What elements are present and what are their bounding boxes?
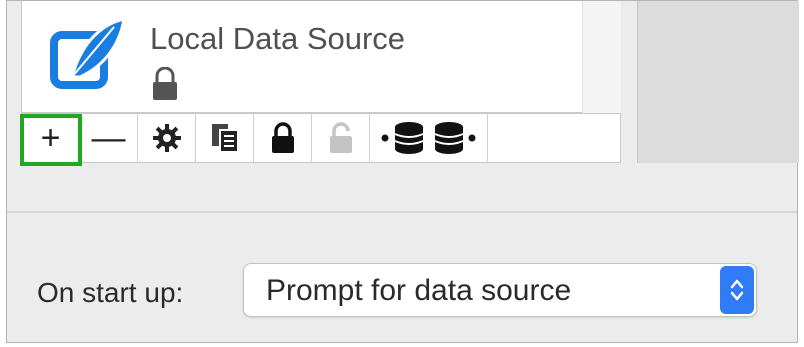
- lock-button[interactable]: [254, 114, 312, 162]
- startup-label: On start up:: [37, 277, 184, 308]
- data-source-name: Local Data Source: [150, 21, 406, 56]
- detail-pane: [637, 1, 799, 163]
- startup-select-value: Prompt for data source: [266, 274, 572, 307]
- unlock-icon: [329, 122, 352, 153]
- startup-select[interactable]: Prompt for data source: [243, 263, 757, 317]
- list-scroll-track[interactable]: [582, 1, 621, 113]
- settings-button[interactable]: [138, 114, 196, 162]
- data-source-list: Local Data Source: [21, 1, 621, 113]
- import-database-icon: [381, 122, 423, 154]
- lock-icon: [153, 67, 177, 100]
- remove-button[interactable]: —: [80, 114, 138, 162]
- gear-icon: [152, 124, 181, 152]
- remove-icon: —: [91, 118, 126, 157]
- divider: [7, 211, 797, 213]
- duplicate-button[interactable]: [196, 114, 254, 162]
- duplicate-icon: [211, 124, 239, 153]
- preferences-window: Local Data Source + — On start up: Promp…: [6, 0, 799, 343]
- export-database-icon: [434, 122, 475, 154]
- data-source-item[interactable]: Local Data Source: [50, 15, 590, 111]
- import-export-button[interactable]: [370, 114, 488, 162]
- add-button[interactable]: +: [20, 114, 82, 166]
- add-icon: +: [40, 118, 61, 157]
- unlock-button[interactable]: [312, 114, 370, 162]
- select-chevron-icon[interactable]: [720, 266, 754, 314]
- feather-database-icon: [50, 17, 126, 89]
- source-toolbar: + —: [20, 113, 621, 166]
- updown-chevron-icon: [730, 279, 744, 301]
- lock-icon: [271, 122, 294, 153]
